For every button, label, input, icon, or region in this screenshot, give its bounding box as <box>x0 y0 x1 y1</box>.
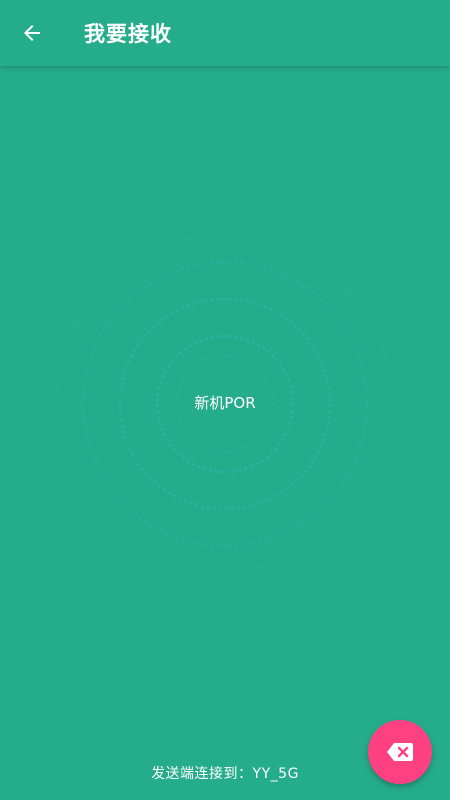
app-bar: 我要接收 <box>0 0 450 66</box>
back-button[interactable] <box>12 13 52 53</box>
device-name-label[interactable]: 新机POR <box>125 390 325 416</box>
receive-screen: 我要接收 新机POR 发送端连接到：YY_5G <box>0 0 450 800</box>
arrow-left-icon <box>24 25 40 41</box>
page-title: 我要接收 <box>84 22 172 46</box>
cancel-fab-button[interactable] <box>368 720 432 784</box>
backspace-close-icon <box>387 743 413 761</box>
